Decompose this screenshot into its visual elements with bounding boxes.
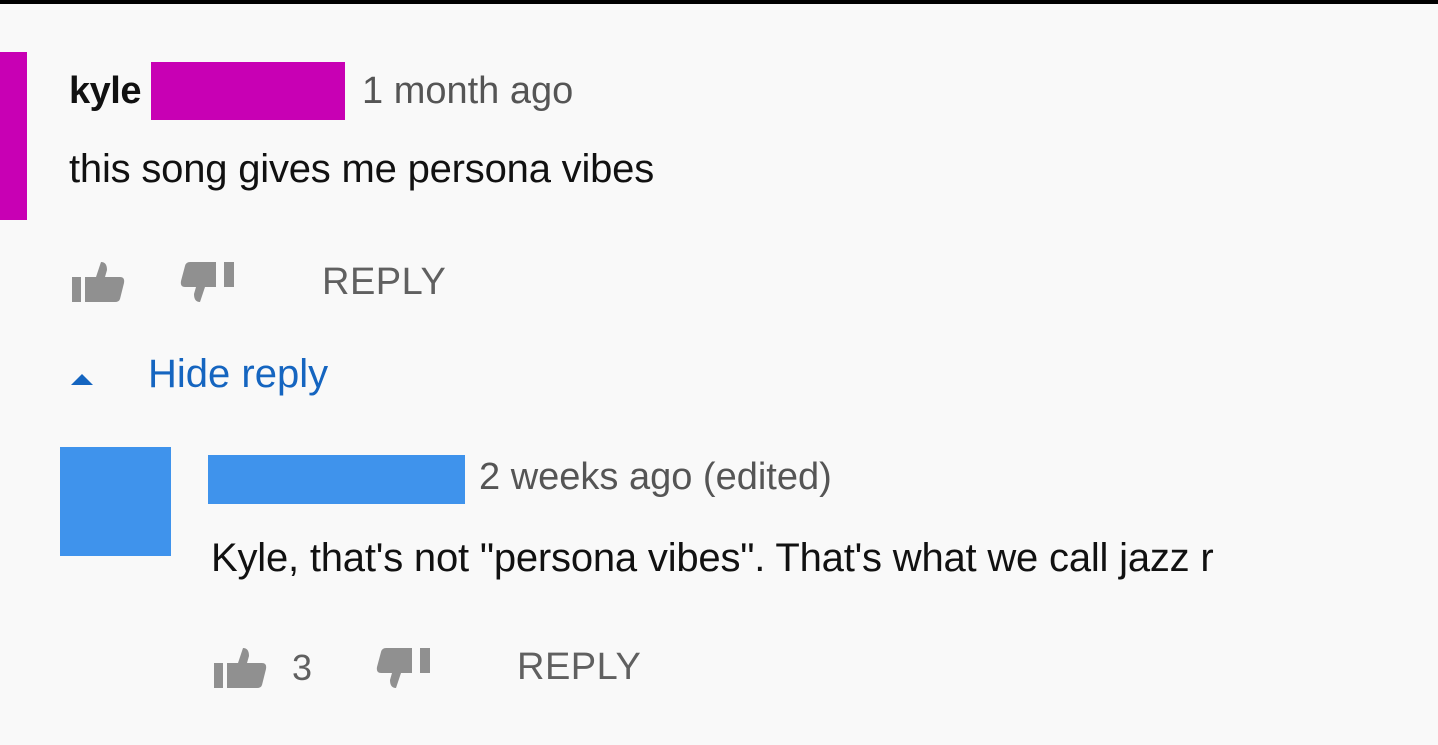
like-count: 3 bbox=[292, 647, 313, 688]
hide-replies-toggle[interactable]: Hide reply bbox=[66, 352, 386, 404]
reply-button[interactable]: REPLY bbox=[322, 261, 446, 304]
hide-reply-label: Hide reply bbox=[148, 352, 329, 396]
avatar[interactable] bbox=[0, 52, 27, 220]
reply-avatar[interactable] bbox=[60, 447, 171, 556]
thumbs-down-icon[interactable] bbox=[376, 646, 434, 690]
thumbs-down-icon[interactable] bbox=[180, 260, 238, 304]
thumbs-up-icon[interactable] bbox=[212, 646, 268, 690]
comment-section: kyle 1 month ago this song gives me pers… bbox=[0, 4, 1438, 745]
reply-text: Kyle, that's not "persona vibes". That's… bbox=[211, 536, 1214, 580]
comment-author[interactable]: kyle bbox=[69, 70, 141, 113]
reply-button[interactable]: REPLY bbox=[517, 646, 641, 689]
author-name-redaction bbox=[151, 62, 345, 120]
comment-timestamp[interactable]: 1 month ago bbox=[362, 70, 573, 113]
reply-timestamp[interactable]: 2 weeks ago (edited) bbox=[479, 456, 832, 499]
reply-author-redaction[interactable] bbox=[208, 455, 465, 504]
comment-text: this song gives me persona vibes bbox=[69, 147, 655, 191]
thumbs-up-icon[interactable] bbox=[70, 260, 126, 304]
caret-up-icon bbox=[69, 372, 95, 386]
